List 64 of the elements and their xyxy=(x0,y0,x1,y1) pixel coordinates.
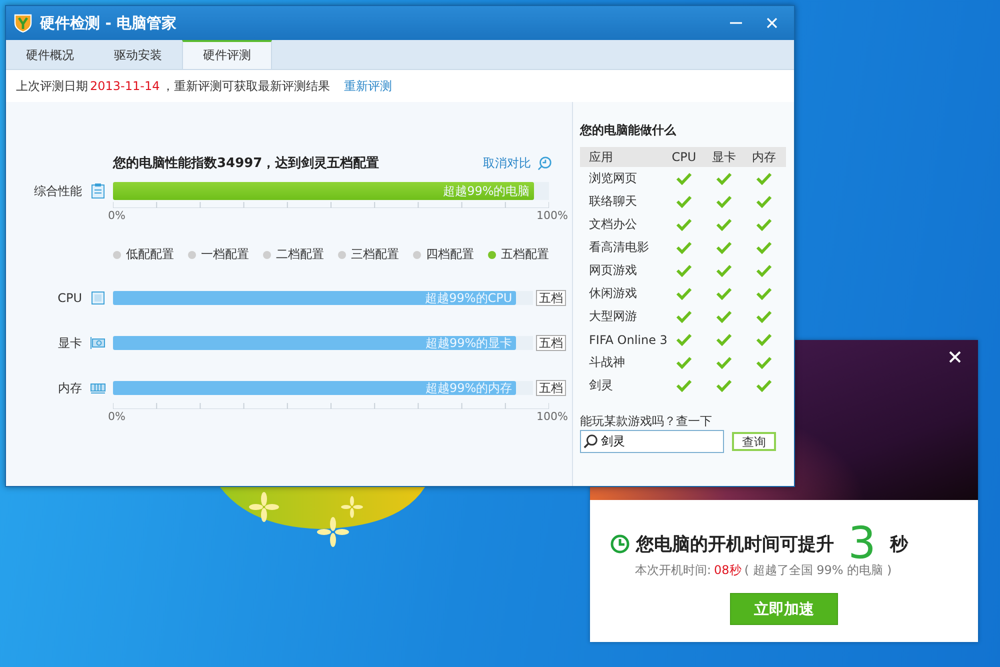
capability-title: 您的电脑能做什么 xyxy=(580,122,678,139)
app-name: 浏览网页 xyxy=(588,170,638,187)
clipboard-icon xyxy=(90,183,106,199)
app-name: 剑灵 xyxy=(588,377,614,394)
column-header: 内存 xyxy=(751,148,777,166)
game-query-label: 能玩某款游戏吗？查一下 xyxy=(580,413,713,430)
graphics-card-icon xyxy=(90,336,106,350)
last-test-note: ，重新评测可获取最新评测结果 xyxy=(162,78,330,94)
axis-label: 0% xyxy=(108,410,126,423)
app-name: 文档办公 xyxy=(588,216,638,233)
app-name: 看高清电影 xyxy=(588,239,650,256)
column-header: CPU xyxy=(670,150,698,164)
boot-time-headline: 您电脑的开机时间可提升 xyxy=(636,533,834,556)
tab[interactable]: 驱动安装 xyxy=(94,40,182,69)
component-score-bar: 超越99%的内存 xyxy=(113,381,516,395)
shield-logo-icon xyxy=(14,13,32,33)
tab[interactable]: 硬件评测 xyxy=(182,40,272,69)
minimize-icon xyxy=(730,22,742,24)
app-name: 休闲游戏 xyxy=(588,285,638,302)
legend-label: 四档配置 xyxy=(426,246,474,263)
component-score-bar: 超越99%的显卡 xyxy=(113,336,516,350)
close-icon xyxy=(766,17,778,29)
tier-tag: 五档 xyxy=(536,335,566,351)
legend-label: 五档配置 xyxy=(501,246,549,263)
query-button[interactable]: 查询 xyxy=(732,432,776,451)
retest-link[interactable]: 重新评测 xyxy=(344,78,392,94)
component-score-bar: 超越99%的CPU xyxy=(113,291,516,305)
search-icon xyxy=(583,434,598,449)
close-icon xyxy=(949,351,961,363)
clock-icon xyxy=(610,534,630,554)
overall-score-bar: 超越99%的电脑 xyxy=(113,182,534,200)
seconds-unit: 秒 xyxy=(890,533,908,556)
axis-label: 0% xyxy=(108,209,126,222)
legend-label: 一档配置 xyxy=(201,246,249,263)
boot-time-label: 本次开机时间: xyxy=(635,562,712,579)
tab[interactable]: 硬件概况 xyxy=(6,40,94,69)
component-label: CPU xyxy=(56,291,82,305)
legend-label: 二档配置 xyxy=(276,246,324,263)
column-header: 显卡 xyxy=(711,148,737,166)
app-name: 联络聊天 xyxy=(588,193,638,210)
legend-label: 低配配置 xyxy=(126,246,174,263)
last-test-date: 2013-11-14 xyxy=(90,79,160,93)
component-label: 内存 xyxy=(57,380,82,396)
window-title: 硬件检测 - 电脑管家 xyxy=(40,14,177,32)
axis-label: 100% xyxy=(536,410,568,423)
last-test-label: 上次评测日期 xyxy=(16,78,88,94)
legend-label: 三档配置 xyxy=(351,246,399,263)
chip-icon xyxy=(90,291,106,305)
boot-time-value: 08秒 xyxy=(714,562,742,579)
score-headline: 您的电脑性能指数34997，达到剑灵五档配置 xyxy=(113,154,380,172)
game-search-field[interactable]: 剑灵 xyxy=(580,430,724,453)
overall-label: 综合性能 xyxy=(33,182,82,200)
compare-icon xyxy=(537,156,552,170)
component-label: 显卡 xyxy=(57,334,82,352)
cancel-compare-link[interactable]: 取消对比 xyxy=(483,154,531,172)
tier-tag: 五档 xyxy=(536,380,566,396)
app-name: 大型网游 xyxy=(588,308,638,325)
app-name: 斗战神 xyxy=(588,354,626,371)
tier-tag: 五档 xyxy=(536,290,566,306)
memory-stick-icon xyxy=(90,382,106,394)
column-header: 应用 xyxy=(588,148,614,166)
app-name: 网页游戏 xyxy=(588,262,638,279)
axis-label: 100% xyxy=(536,209,568,222)
app-name: FIFA Online 3 xyxy=(588,332,664,346)
